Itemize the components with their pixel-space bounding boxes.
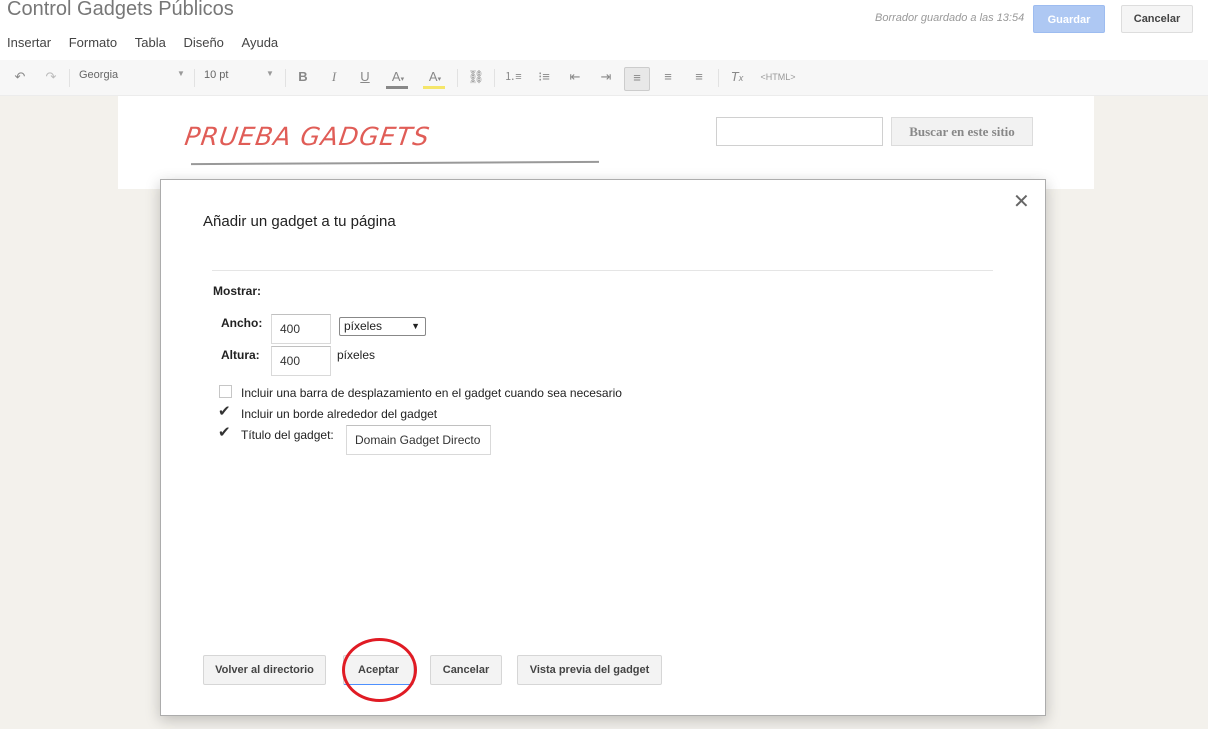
site-search-input[interactable]: [716, 117, 883, 146]
height-unit-label: píxeles: [337, 348, 376, 362]
site-search-button[interactable]: Buscar en este sitio: [891, 117, 1033, 146]
chevron-down-icon: ▼: [411, 321, 420, 331]
back-to-directory-button[interactable]: Volver al directorio: [203, 655, 326, 685]
highlight-color-icon[interactable]: A▾: [423, 68, 447, 89]
align-center-icon[interactable]: ≡: [659, 68, 677, 86]
border-checkbox[interactable]: ✔: [218, 404, 231, 419]
menu-format[interactable]: Formato: [69, 35, 117, 50]
scrollbar-checkbox[interactable]: [219, 385, 232, 398]
menu-bar: Insertar Formato Tabla Diseño Ayuda: [7, 35, 292, 50]
gadget-title-input[interactable]: Domain Gadget Directo: [346, 425, 491, 455]
border-label: Incluir un borde alrededor del gadget: [241, 407, 438, 421]
accept-button[interactable]: Aceptar: [343, 655, 414, 685]
align-left-icon[interactable]: ≡: [624, 67, 650, 91]
text-color-icon[interactable]: A▾: [386, 68, 410, 89]
save-button[interactable]: Guardar: [1033, 5, 1105, 33]
italic-icon[interactable]: I: [327, 68, 341, 86]
dialog-title: Añadir un gadget a tu página: [203, 213, 396, 230]
html-button[interactable]: <HTML>: [758, 68, 798, 86]
font-select[interactable]: Georgia ▼: [79, 69, 185, 81]
add-gadget-dialog: [160, 179, 1046, 716]
site-title: PRUEBA GADGETS: [182, 122, 432, 151]
dialog-divider: [212, 270, 993, 271]
menu-layout[interactable]: Diseño: [183, 35, 223, 50]
height-input[interactable]: 400: [271, 346, 331, 376]
font-select-value: Georgia: [79, 69, 119, 81]
underline-icon[interactable]: U: [358, 68, 372, 86]
toolbar-divider: [457, 69, 458, 87]
height-label: Altura:: [221, 348, 260, 362]
indent-icon[interactable]: ⇥: [597, 68, 615, 86]
menu-help[interactable]: Ayuda: [242, 35, 279, 50]
chevron-down-icon: ▼: [177, 69, 185, 78]
chevron-down-icon: ▼: [266, 69, 274, 78]
toolbar-divider: [494, 69, 495, 87]
editor-toolbar: ↶ ↷ Georgia ▼ 10 pt ▼ B I U A▾ A▾ ⛓ ⒈≡ ⁝…: [0, 60, 1208, 96]
bulleted-list-icon[interactable]: ⁝≡: [535, 68, 553, 86]
cancel-button[interactable]: Cancelar: [430, 655, 502, 685]
cancel-edit-button[interactable]: Cancelar: [1121, 5, 1193, 33]
show-label: Mostrar:: [213, 284, 262, 298]
numbered-list-icon[interactable]: ⒈≡: [504, 68, 522, 86]
toolbar-divider: [285, 69, 286, 87]
outdent-icon[interactable]: ⇤: [566, 68, 584, 86]
width-unit-value: píxeles: [344, 319, 383, 333]
width-label: Ancho:: [221, 316, 263, 330]
top-bar: Control Gadgets Públicos Borrador guarda…: [0, 0, 1208, 60]
undo-icon[interactable]: ↶: [12, 68, 28, 86]
scrollbar-label: Incluir una barra de desplazamiento en e…: [241, 386, 622, 400]
menu-insert[interactable]: Insertar: [7, 35, 51, 50]
width-input[interactable]: 400: [271, 314, 331, 344]
gadget-title-label: Título del gadget:: [241, 428, 334, 442]
page-title: Control Gadgets Públicos: [7, 0, 234, 20]
toolbar-divider: [69, 69, 70, 87]
width-unit-select[interactable]: píxeles ▼: [339, 317, 426, 336]
size-select[interactable]: 10 pt ▼: [204, 69, 276, 81]
close-icon[interactable]: ✕: [1013, 190, 1030, 214]
size-select-value: 10 pt: [204, 69, 229, 81]
draft-status: Borrador guardado a las 13:54: [875, 12, 1025, 24]
toolbar-divider: [718, 69, 719, 87]
link-icon[interactable]: ⛓: [466, 68, 486, 86]
menu-table[interactable]: Tabla: [135, 35, 166, 50]
redo-icon[interactable]: ↷: [43, 68, 59, 86]
clear-formatting-icon[interactable]: Tx: [728, 68, 746, 87]
bold-icon[interactable]: B: [296, 68, 310, 86]
toolbar-divider: [194, 69, 195, 87]
title-checkbox[interactable]: ✔: [218, 425, 231, 440]
preview-gadget-button[interactable]: Vista previa del gadget: [517, 655, 662, 685]
align-right-icon[interactable]: ≡: [690, 68, 708, 86]
